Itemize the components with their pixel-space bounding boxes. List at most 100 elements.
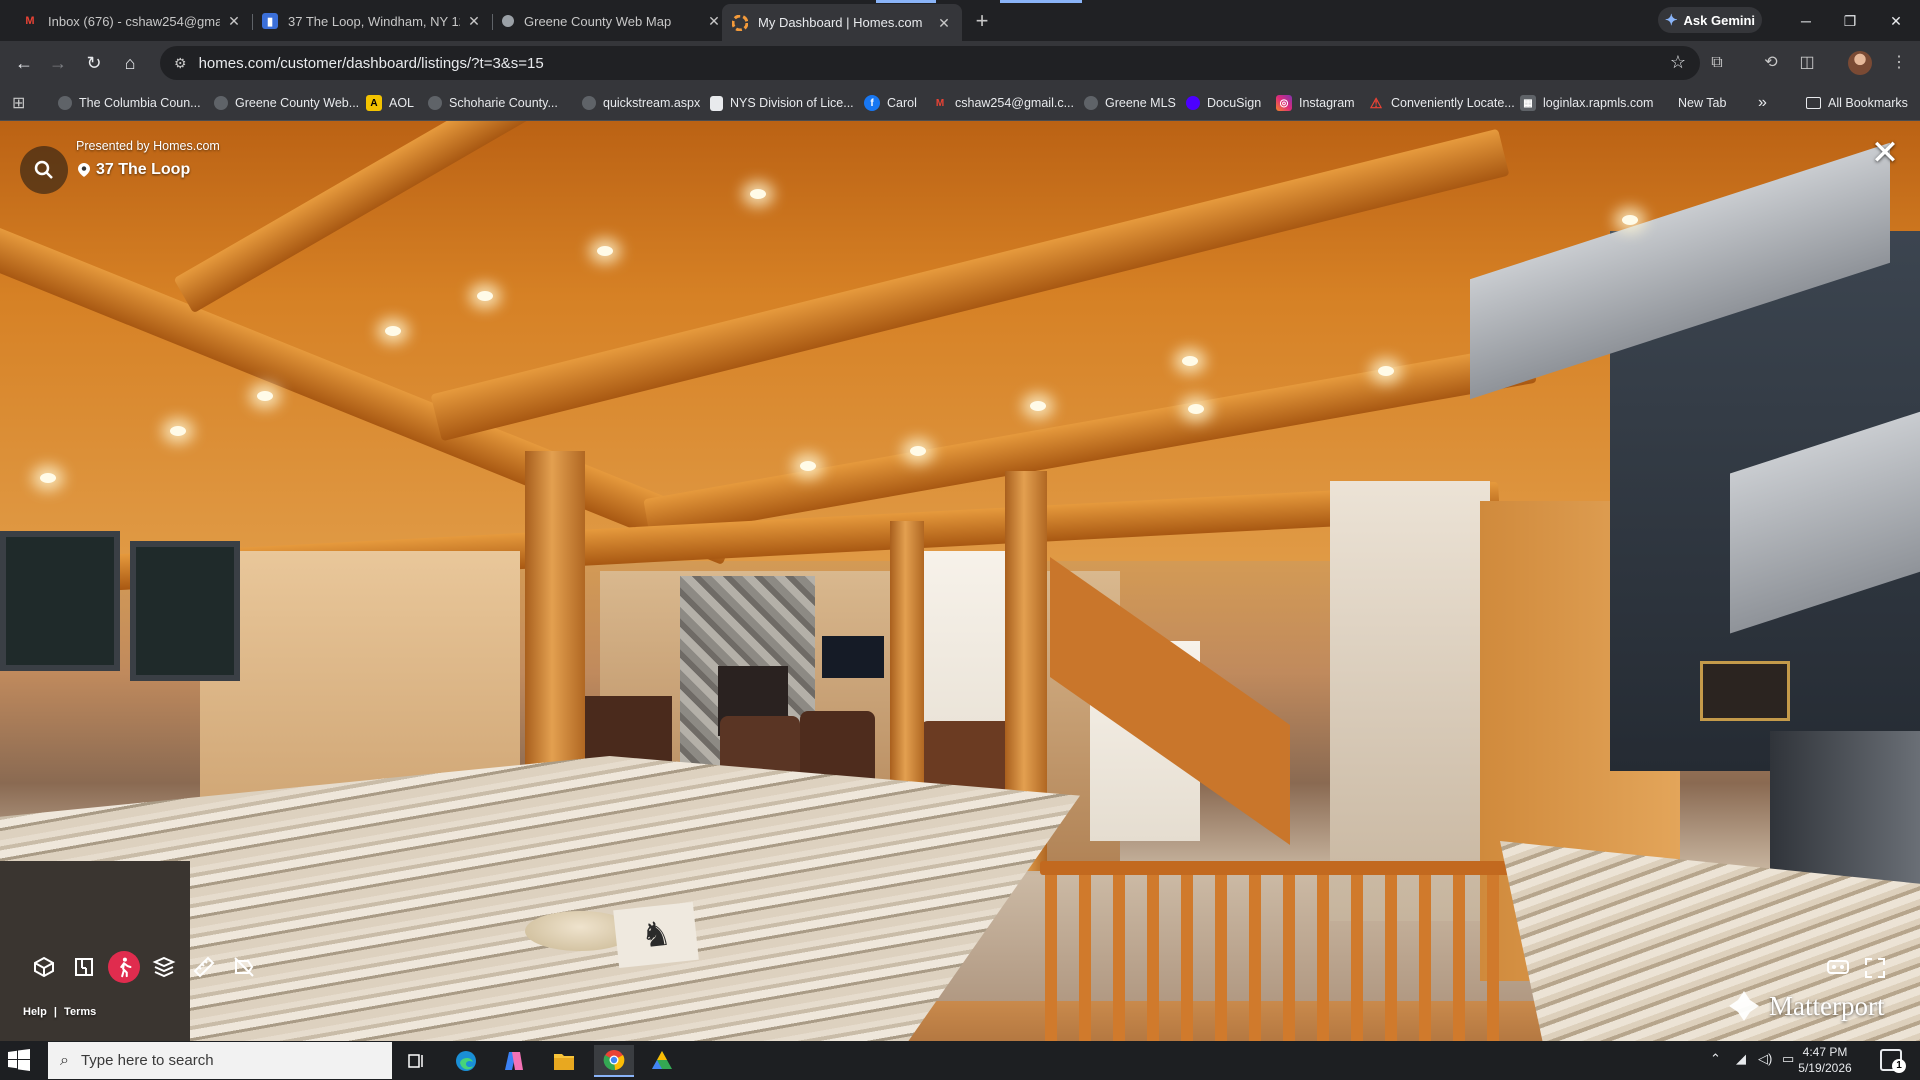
edge-icon[interactable] [446, 1045, 486, 1077]
chrome-icon[interactable] [594, 1045, 634, 1077]
browser-tab-strip: M Inbox (676) - cshaw254@gmail. ✕ ▮ 37 T… [0, 0, 1920, 41]
taskbar-search-box[interactable]: ⌕ Type here to search [48, 1042, 392, 1079]
address-bar[interactable]: ⚙ homes.com/customer/dashboard/listings/… [160, 46, 1700, 80]
bookmark-item[interactable]: f Carol [864, 93, 917, 113]
bookmark-item[interactable]: The Columbia Coun... [58, 93, 201, 113]
vr-icon[interactable] [1826, 957, 1850, 977]
back-icon[interactable]: ← [10, 50, 38, 76]
bookmarks-overflow-button[interactable]: » [1758, 93, 1767, 113]
bookmark-label: AOL [389, 96, 415, 110]
tab-close-icon[interactable]: ✕ [226, 13, 242, 29]
bookmark-item[interactable]: NYS Division of Lice... [710, 93, 854, 113]
presented-by-text: Presented by Homes.com [76, 139, 220, 153]
location-icon: ⚠ [1369, 94, 1383, 111]
minimize-icon[interactable]: ─ [1786, 8, 1826, 34]
ask-gemini-button[interactable]: ✦ Ask Gemini [1658, 7, 1762, 33]
matterport-wordmark: Matterport [1769, 990, 1885, 1021]
new-tab-button[interactable]: + [968, 8, 996, 36]
tray-overflow-icon[interactable]: ⌃ [1710, 1051, 1721, 1067]
bookmark-item[interactable]: A AOL [366, 93, 414, 113]
tab-inbox[interactable]: M Inbox (676) - cshaw254@gmail. ✕ [12, 6, 252, 36]
extensions-icon[interactable]: ⧉ [1704, 51, 1730, 75]
scene-chalkboard [0, 531, 120, 671]
scene-light [1188, 404, 1204, 414]
tab-listing[interactable]: ▮ 37 The Loop, Windham, NY 124 ✕ [252, 6, 492, 36]
copilot-icon[interactable] [494, 1045, 534, 1077]
scene-light [477, 291, 493, 301]
floors-icon[interactable] [148, 951, 180, 983]
gmail-icon: M [935, 97, 945, 109]
menu-icon[interactable]: ⋮ [1886, 51, 1912, 75]
site-info-icon[interactable]: ⚙ [174, 55, 187, 72]
bookmark-label: Instagram [1299, 96, 1355, 110]
walk-icon[interactable] [108, 951, 140, 983]
reload-icon[interactable]: ↻ [80, 50, 108, 76]
search-button[interactable] [20, 146, 68, 194]
matterport-logo[interactable]: Matterport [1727, 989, 1884, 1023]
bookmark-label: cshaw254@gmail.c... [955, 96, 1074, 110]
bookmark-label: Schoharie County... [449, 96, 558, 110]
tab-close-icon[interactable]: ✕ [466, 13, 482, 29]
measure-icon[interactable] [188, 951, 220, 983]
taskbar-clock[interactable]: 4:47 PM 5/19/2026 [1790, 1044, 1860, 1076]
globe-icon [428, 96, 442, 110]
scene-light [385, 326, 401, 336]
bookmark-item[interactable]: New Tab [1678, 93, 1726, 113]
close-viewer-icon[interactable]: ✕ [1868, 136, 1902, 171]
history-icon[interactable]: ⟲ [1758, 51, 1784, 75]
hide-tags-icon[interactable] [228, 951, 260, 983]
scene-light [1622, 215, 1638, 225]
tab-close-icon[interactable]: ✕ [706, 13, 722, 29]
bookmark-item[interactable]: ⚠ Conveniently Locate... [1368, 93, 1515, 113]
forward-icon[interactable]: → [44, 50, 72, 76]
restore-icon[interactable]: ❐ [1830, 8, 1870, 34]
listing-address[interactable]: 37 The Loop [78, 161, 190, 179]
tab-title: My Dashboard | Homes.com [758, 15, 923, 30]
side-panel-icon[interactable]: ◫ [1794, 51, 1820, 75]
windows-start-icon[interactable] [8, 1049, 32, 1073]
help-link[interactable]: Help [23, 1006, 47, 1018]
scene-light [1378, 366, 1394, 376]
scene-wall [1330, 481, 1490, 921]
bookmark-item[interactable]: M cshaw254@gmail.c... [932, 93, 1074, 113]
tab-greene-map[interactable]: Greene County Web Map ✕ [492, 6, 732, 36]
bookmark-item[interactable]: ◎ Instagram [1276, 93, 1355, 113]
apps-icon[interactable]: ⊞ [12, 93, 25, 113]
fullscreen-icon[interactable] [1864, 957, 1886, 979]
tab-close-icon[interactable]: ✕ [936, 15, 952, 31]
window-close-icon[interactable]: ✕ [1876, 8, 1916, 34]
all-bookmarks-label: All Bookmarks [1828, 96, 1908, 110]
bookmark-label: DocuSign [1207, 96, 1262, 110]
bookmark-item[interactable]: quickstream.aspx [582, 93, 700, 113]
bookmark-label: loginlax.rapmls.com [1543, 96, 1654, 110]
profile-avatar[interactable] [1848, 51, 1872, 75]
globe-icon [58, 96, 72, 110]
terms-link[interactable]: Terms [64, 1006, 96, 1018]
scene-moose-card: ♞ [613, 901, 699, 969]
file-explorer-icon[interactable] [544, 1045, 584, 1077]
bookmark-item[interactable]: Greene County Web... [214, 93, 359, 113]
all-bookmarks-button[interactable]: All Bookmarks [1806, 93, 1908, 113]
network-icon[interactable]: ◢ [1736, 1051, 1746, 1067]
floorplan-icon[interactable] [68, 951, 100, 983]
bookmark-item[interactable]: Greene MLS [1084, 93, 1176, 113]
bookmark-item[interactable]: Schoharie County... [428, 93, 558, 113]
bookmark-star-icon[interactable]: ☆ [1670, 52, 1686, 73]
app-icon[interactable] [642, 1045, 682, 1077]
gemini-icon: ✦ [1664, 12, 1678, 29]
tab-homes-dashboard[interactable]: My Dashboard | Homes.com ✕ [722, 4, 962, 41]
bookmark-label: Greene MLS [1105, 96, 1176, 110]
clock-date: 5/19/2026 [1798, 1061, 1852, 1075]
matterport-viewer[interactable]: ♞ Presented by Homes.com 37 The Loop ✕ H… [0, 121, 1920, 1041]
home-icon[interactable]: ⌂ [116, 50, 144, 76]
task-view-icon[interactable] [396, 1045, 436, 1077]
bookmark-label: NYS Division of Lice... [730, 96, 854, 110]
scene-tv [822, 636, 884, 678]
bookmark-item[interactable]: DocuSign [1186, 93, 1261, 113]
aol-icon: A [366, 95, 382, 111]
volume-icon[interactable]: ◁) [1758, 1051, 1772, 1067]
dollhouse-icon[interactable] [28, 951, 60, 983]
globe-icon [214, 96, 228, 110]
bookmark-item[interactable]: ▦ loginlax.rapmls.com [1520, 93, 1653, 113]
search-icon: ⌕ [60, 1051, 69, 1069]
